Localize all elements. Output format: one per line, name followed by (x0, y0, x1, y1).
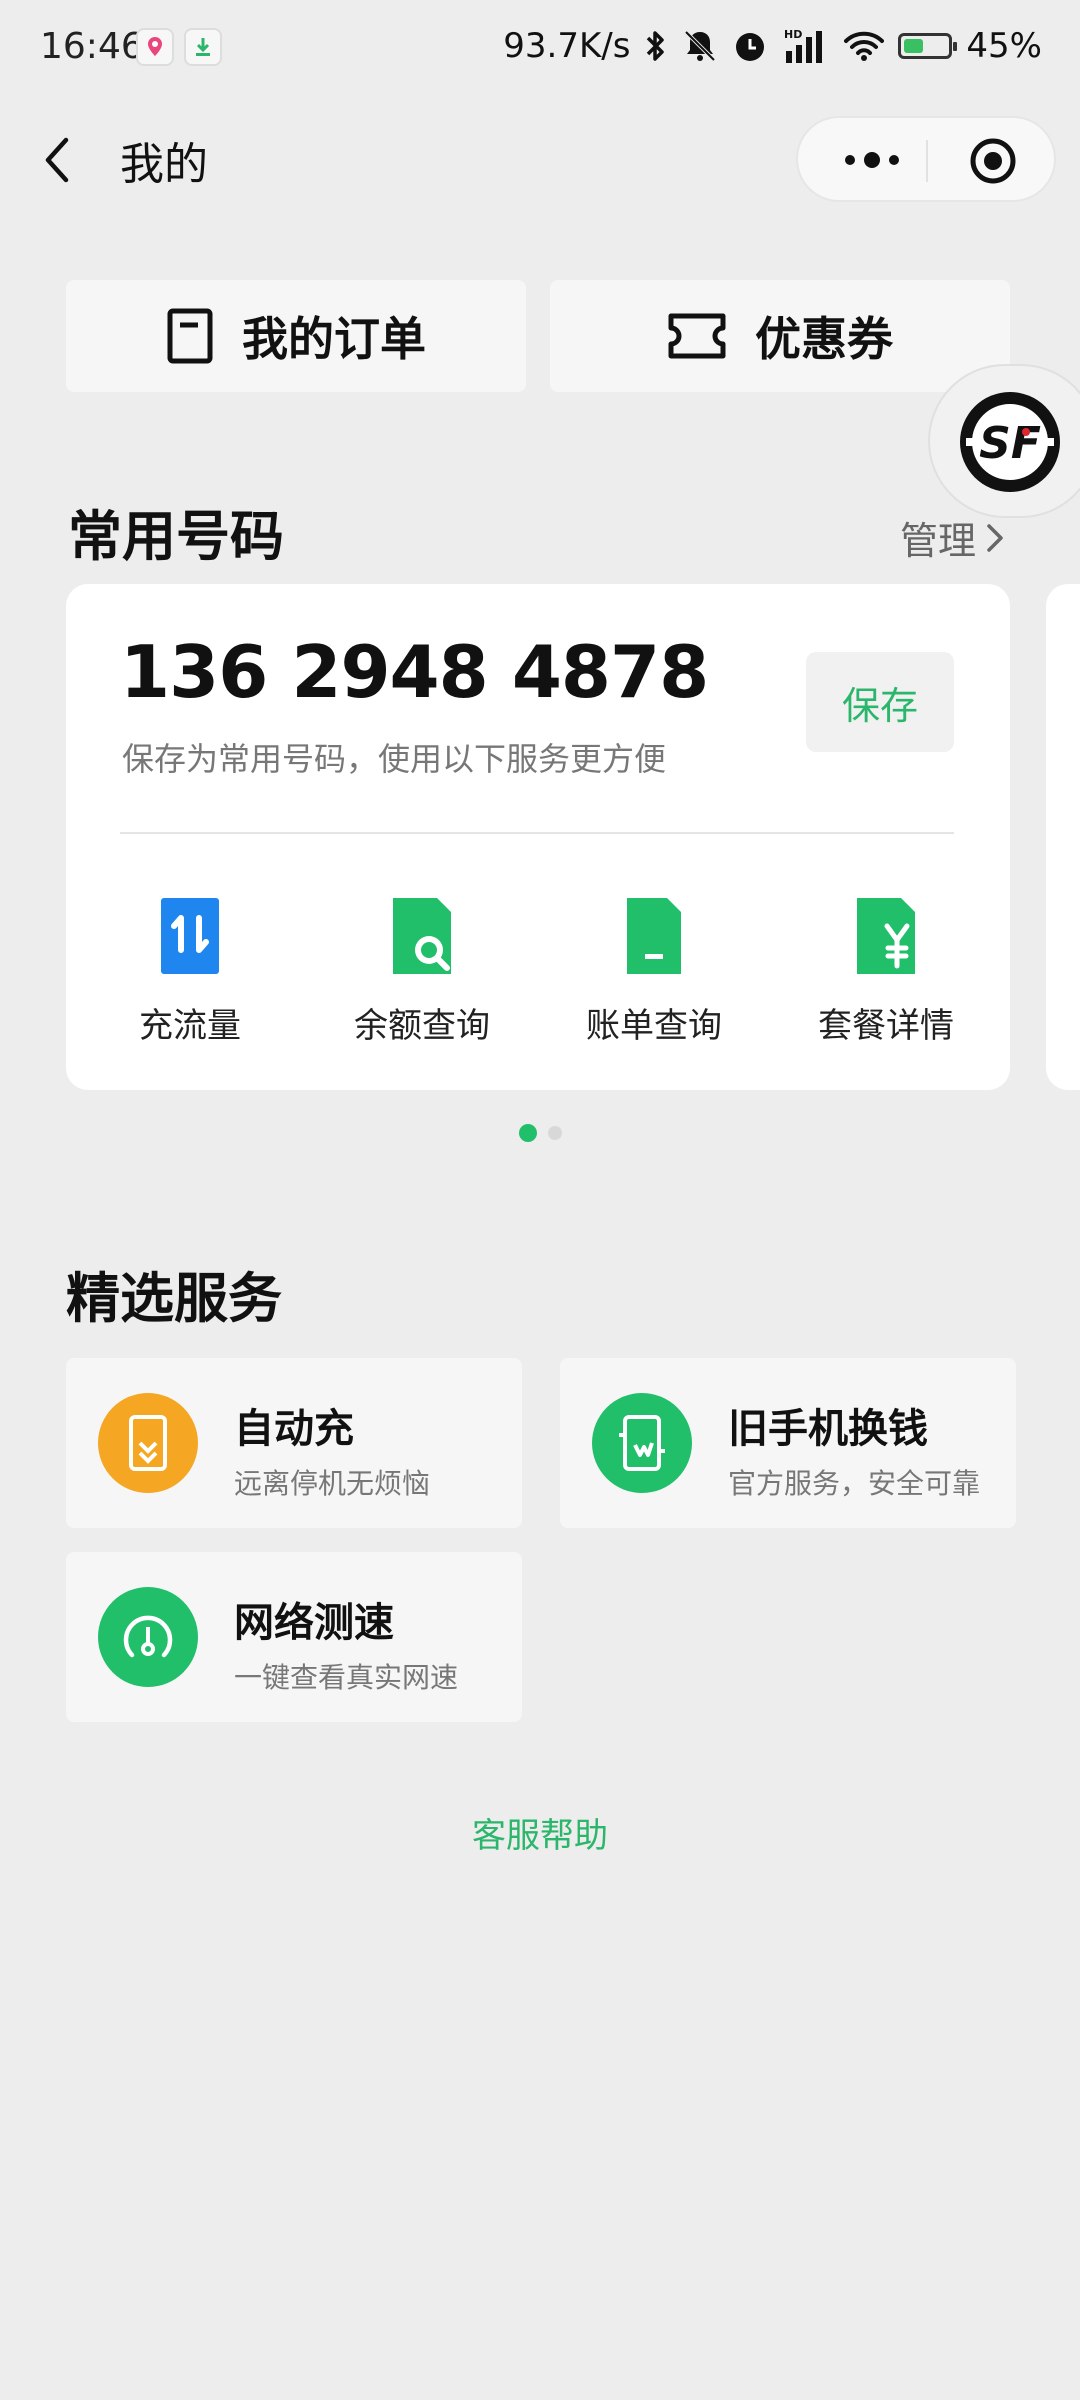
auto-recharge-icon (98, 1393, 198, 1493)
mini-program-capsule (796, 116, 1056, 202)
coupon-ticket-icon (668, 313, 726, 359)
battery-icon (898, 33, 958, 59)
manage-link[interactable]: 管理 (900, 510, 1006, 565)
carousel-dot[interactable] (548, 1126, 562, 1140)
download-icon (184, 28, 222, 66)
common-numbers-title: 常用号码 (68, 505, 284, 568)
status-right: 93.7K/s HD 45% (503, 26, 1042, 66)
service-balance-query[interactable]: 余额查询 (322, 892, 522, 1047)
feature-phone-trade-in[interactable]: 旧手机换钱 官方服务，安全可靠 (560, 1358, 1016, 1528)
wifi-icon (844, 30, 885, 62)
chevron-right-icon (987, 523, 1003, 552)
phone-number: 136 2948 4878 (120, 630, 709, 714)
featured-services-title: 精选服务 (66, 1267, 282, 1330)
service-label: 充流量 (139, 1006, 241, 1046)
carousel-dot-active[interactable] (519, 1124, 537, 1142)
mute-bell-icon (682, 28, 718, 64)
phone-trade-in-icon (592, 1393, 692, 1493)
service-plan-details[interactable]: 套餐详情 (786, 892, 986, 1047)
sf-logo-icon: SF (960, 392, 1060, 492)
service-label: 余额查询 (354, 1006, 490, 1046)
coupons-label: 优惠券 (755, 312, 893, 366)
feature-network-speed[interactable]: 网络测速 一键查看真实网速 (66, 1552, 522, 1722)
data-topup-icon (161, 898, 219, 974)
coupons-button[interactable]: 优惠券 (550, 280, 1010, 392)
svg-text:SF: SF (979, 418, 1041, 469)
feature-subtitle: 官方服务，安全可靠 (728, 1467, 981, 1500)
feature-subtitle: 一键查看真实网速 (234, 1661, 459, 1694)
feature-subtitle: 远离停机无烦恼 (234, 1467, 431, 1500)
hd-signal-icon: HD (782, 27, 830, 65)
phone-hint: 保存为常用号码，使用以下服务更方便 (122, 740, 667, 778)
alarm-icon (732, 28, 768, 64)
status-bar: 16:46 93.7K/s HD 45% (0, 0, 1080, 96)
bluetooth-icon (644, 28, 668, 64)
card-divider (120, 832, 954, 834)
capsule-divider (926, 140, 928, 182)
more-options-button[interactable] (834, 138, 914, 182)
location-app-icon (136, 28, 174, 66)
balance-search-icon (393, 898, 451, 974)
customer-service-help-link[interactable]: 客服帮助 (0, 1808, 1080, 1857)
status-time: 16:46 (40, 26, 144, 67)
save-number-button[interactable]: 保存 (806, 652, 954, 752)
service-label: 账单查询 (586, 1006, 722, 1046)
bill-document-icon (627, 898, 681, 974)
my-orders-label: 我的订单 (242, 312, 426, 366)
network-speed: 93.7K/s (503, 26, 631, 66)
feature-title: 自动充 (234, 1406, 354, 1452)
my-orders-button[interactable]: 我的订单 (66, 280, 526, 392)
more-dots-icon (845, 152, 899, 168)
feature-title: 旧手机换钱 (728, 1406, 928, 1452)
service-bill-query[interactable]: 账单查询 (554, 892, 754, 1047)
order-document-icon (167, 308, 213, 364)
battery-percent: 45% (966, 26, 1042, 66)
plan-yuan-icon (857, 898, 915, 974)
service-label: 套餐详情 (818, 1006, 954, 1046)
back-button[interactable] (38, 130, 82, 190)
sf-floating-button[interactable]: SF (928, 364, 1080, 518)
service-data-topup[interactable]: 充流量 (90, 892, 290, 1047)
speed-gauge-icon (98, 1587, 198, 1687)
manage-label: 管理 (899, 519, 976, 563)
close-mini-program-button[interactable] (968, 136, 1018, 186)
chevron-left-icon (45, 137, 69, 183)
svg-text:HD: HD (784, 28, 802, 41)
feature-title: 网络测速 (234, 1600, 394, 1646)
next-card-peek[interactable] (1046, 584, 1080, 1090)
target-close-icon (970, 138, 1016, 184)
page-title: 我的 (120, 139, 208, 190)
feature-auto-recharge[interactable]: 自动充 远离停机无烦恼 (66, 1358, 522, 1528)
